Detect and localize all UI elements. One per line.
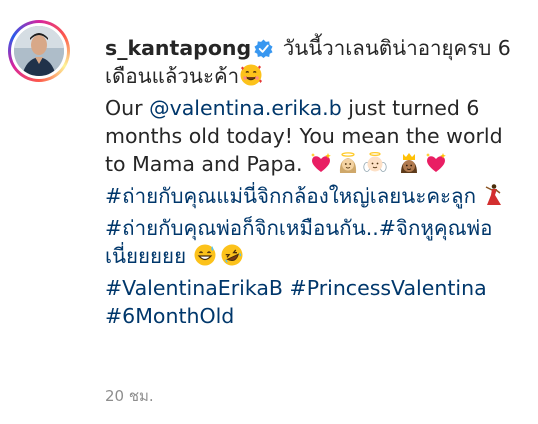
hashtag-link[interactable]: #PrincessValentina: [290, 276, 487, 300]
hashtag-link[interactable]: #ถ่ายกับคุณพ่อก็จิกเหมือนกัน..: [105, 216, 379, 240]
woman-with-halo-icon: [336, 151, 360, 182]
timestamp[interactable]: 20 ชม.: [105, 384, 154, 408]
prince-icon: [397, 151, 421, 182]
smiling-face-with-hearts-icon: [239, 63, 263, 94]
grinning-sweat-icon: [193, 243, 217, 274]
instagram-comment: s_kantapong วันนี้วาเลนติน่าอายุครบ 6 เด…: [0, 0, 538, 424]
rolling-laughing-icon: [220, 243, 244, 274]
verified-badge-icon: [254, 37, 273, 58]
hashtag-link[interactable]: #ValentinaErikaB: [105, 276, 283, 300]
baby-angel-icon: [363, 151, 387, 182]
comment-body: s_kantapong วันนี้วาเลนติน่าอายุครบ 6 เด…: [105, 34, 525, 330]
username-link[interactable]: s_kantapong: [105, 36, 251, 60]
sparkling-heart-icon: [309, 151, 333, 182]
dancing-woman-icon: [483, 183, 503, 214]
sparkling-heart-icon: [424, 151, 448, 182]
hashtag-link[interactable]: #6MonthOld: [105, 304, 234, 328]
story-ring[interactable]: [8, 20, 70, 82]
hashtag-link[interactable]: #ถ่ายกับคุณแม่นี่จิกกล้องใหญ่เลยนะคะลูก: [105, 184, 476, 208]
avatar[interactable]: [14, 26, 64, 76]
profile-photo-icon: [14, 26, 64, 76]
mention-link[interactable]: @valentina.erika.b: [149, 96, 342, 120]
caption-en-before: Our: [105, 96, 150, 120]
